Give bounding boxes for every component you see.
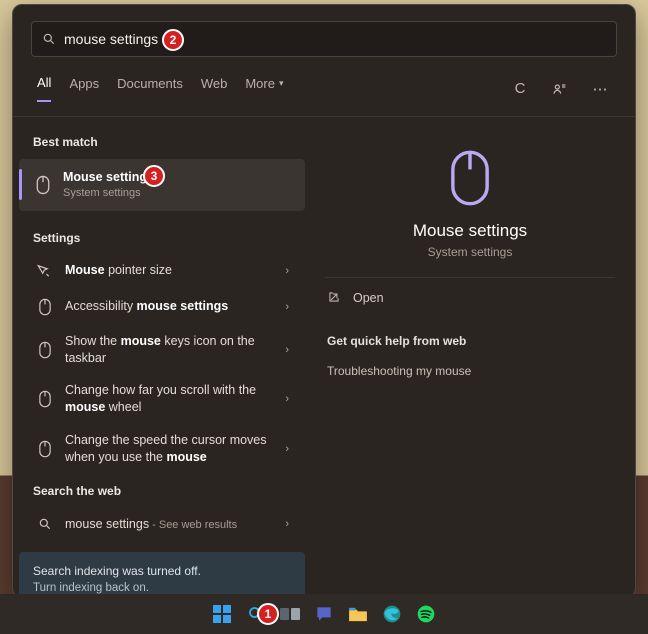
search-icon	[35, 514, 55, 534]
search-input[interactable]	[64, 31, 606, 47]
more-options-icon[interactable]: ⋯	[589, 78, 611, 100]
taskbar-edge[interactable]	[379, 601, 405, 627]
section-settings: Settings	[13, 221, 311, 253]
chevron-right-icon: ›	[285, 265, 289, 277]
results-panel: Best match Mouse settings System setting…	[13, 117, 311, 599]
taskbar-chat[interactable]	[311, 601, 337, 627]
settings-result[interactable]: Accessibility mouse settings›	[19, 289, 305, 325]
preview-help-header: Get quick help from web	[325, 318, 615, 356]
open-icon	[327, 290, 343, 306]
preview-subtitle: System settings	[428, 245, 513, 259]
preview-open[interactable]: Open	[325, 278, 615, 318]
tab-apps[interactable]: Apps	[69, 76, 99, 101]
preview-panel: Mouse settings System settings Open Get …	[311, 117, 635, 599]
search-panel: 2 All Apps Documents Web More▾ C ⋯ Best …	[12, 4, 636, 598]
annotation-badge-1: 1	[257, 603, 279, 625]
settings-result[interactable]: Show the mouse keys icon on the taskbar›	[19, 325, 305, 375]
chevron-right-icon: ›	[285, 301, 289, 313]
chevron-right-icon: ›	[285, 344, 289, 356]
chevron-down-icon: ▾	[279, 78, 284, 89]
taskbar-taskview[interactable]	[277, 601, 303, 627]
taskbar-search[interactable]: 1	[243, 601, 269, 627]
chevron-right-icon: ›	[285, 518, 289, 530]
annotation-badge-3: 3	[143, 165, 165, 187]
tab-all[interactable]: All	[37, 75, 51, 102]
indexing-notice[interactable]: Search indexing was turned off. Turn ind…	[19, 552, 305, 599]
refresh-icon[interactable]: C	[509, 78, 531, 100]
tab-web[interactable]: Web	[201, 76, 228, 101]
settings-result[interactable]: Change the speed the cursor moves when y…	[19, 424, 305, 474]
result-icon	[35, 439, 55, 459]
preview-help-link[interactable]: Troubleshooting my mouse	[325, 356, 615, 386]
tab-documents[interactable]: Documents	[117, 76, 183, 101]
settings-result[interactable]: Mouse pointer size›	[19, 253, 305, 289]
notice-line1: Search indexing was turned off.	[33, 562, 291, 580]
account-icon[interactable]	[549, 78, 571, 100]
start-button[interactable]	[209, 601, 235, 627]
result-icon	[35, 389, 55, 409]
annotation-badge-2: 2	[162, 29, 184, 51]
chevron-right-icon: ›	[285, 393, 289, 405]
chevron-right-icon: ›	[285, 443, 289, 455]
preview-mouse-icon	[441, 149, 499, 207]
result-icon	[35, 340, 55, 360]
section-search-web: Search the web	[13, 474, 311, 506]
tab-more[interactable]: More▾	[245, 76, 283, 101]
filter-bar: All Apps Documents Web More▾ C ⋯	[13, 65, 635, 117]
best-match-title: Mouse settings	[63, 170, 154, 184]
taskbar-spotify[interactable]	[413, 601, 439, 627]
search-bar[interactable]: 2	[31, 21, 617, 57]
search-icon	[42, 32, 56, 46]
best-match-result[interactable]: Mouse settings System settings 3	[19, 159, 305, 211]
settings-result[interactable]: Change how far you scroll with the mouse…	[19, 374, 305, 424]
preview-title: Mouse settings	[413, 221, 527, 241]
taskbar: 1	[0, 594, 648, 634]
section-best-match: Best match	[13, 125, 311, 157]
result-icon	[35, 297, 55, 317]
best-match-subtitle: System settings	[63, 186, 291, 201]
result-icon	[35, 261, 55, 281]
web-result[interactable]: mouse settings - See web results ›	[19, 506, 305, 542]
taskbar-explorer[interactable]	[345, 601, 371, 627]
mouse-icon	[33, 175, 53, 195]
